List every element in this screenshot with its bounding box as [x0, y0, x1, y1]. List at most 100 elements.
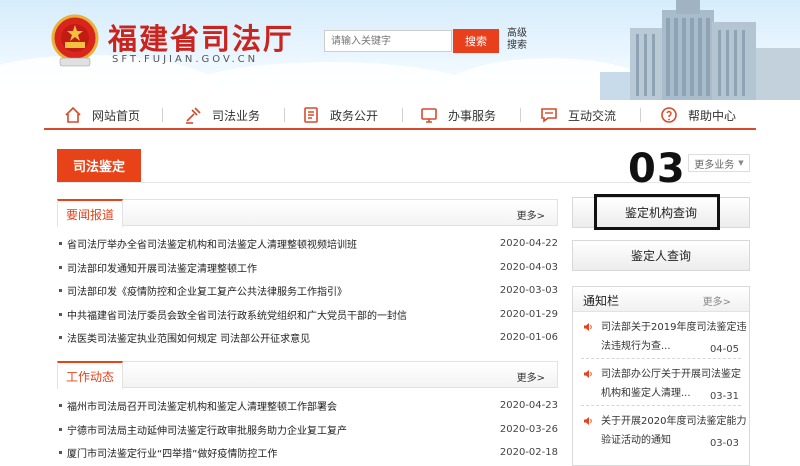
nav-services[interactable]: 办事服务 — [420, 104, 496, 126]
important-news-list: 省司法厅举办全省司法鉴定机构和司法鉴定人清理整顿视频培训班 2020-04-22… — [57, 232, 558, 350]
news-date: 2020-04-23 — [499, 400, 558, 412]
gavel-icon — [186, 107, 201, 124]
list-item[interactable]: 司法部印发通知开展司法鉴定清理整顿工作 2020-04-03 — [57, 256, 558, 280]
nav-interaction[interactable]: 互动交流 — [540, 104, 616, 126]
more-business-label: 更多业务 — [694, 159, 735, 171]
bullet — [59, 336, 62, 340]
annotation-number: 03 — [628, 146, 686, 192]
nav-help-center[interactable]: 帮助中心 — [660, 104, 736, 126]
work-news-panel: 工作动态 更多> 福州市司法局召开司法鉴定机构和鉴定人清理整顿工作部署会 202… — [57, 361, 558, 465]
nav-judicial-business[interactable]: 司法业务 — [184, 104, 260, 126]
bullet — [59, 427, 62, 431]
list-item[interactable]: 中共福建省司法厅委员会致全省司法行政系统党组织和广大党员干部的一封信 2020-… — [57, 303, 558, 327]
list-item[interactable]: 司法部印发《疫情防控和企业复工复产公共法律服务工作指引》 2020-03-03 — [57, 279, 558, 303]
help-icon — [661, 107, 677, 123]
speaker-icon — [584, 417, 592, 425]
news-title[interactable]: 司法部印发《疫情防控和企业复工复产公共法律服务工作指引》 — [67, 283, 347, 298]
notice-more-link[interactable]: 更多> — [703, 293, 731, 308]
nav-services-label: 办事服务 — [448, 108, 497, 123]
nav-home[interactable]: 网站首页 — [64, 104, 140, 126]
appraiser-query-button[interactable]: 鉴定人查询 — [572, 240, 750, 271]
news-date: 2020-01-06 — [499, 332, 558, 344]
list-item[interactable]: 厦门市司法鉴定行业“四举措”做好疫情防控工作 2020-02-18 — [57, 441, 558, 465]
news-date: 2020-03-03 — [499, 285, 558, 297]
bullet — [59, 312, 62, 316]
site-header: 福建省司法厅 SFT.FUJIAN.GOV.CN 搜索 高级搜索 — [0, 0, 800, 100]
home-icon — [65, 106, 81, 123]
notice-panel: 通知栏 更多> 司法部关于2019年度司法鉴定违 法违规行为查... 04-05… — [572, 286, 750, 466]
bullet — [59, 289, 62, 293]
notice-divider — [581, 405, 741, 406]
notice-date: 03-31 — [709, 391, 739, 402]
institution-query-button[interactable]: 鉴定机构查询 — [572, 197, 750, 228]
list-item[interactable]: 宁德市司法局主动延伸司法鉴定行政审批服务助力企业复工复产 2020-03-26 — [57, 418, 558, 442]
notice-date: 04-05 — [709, 344, 739, 355]
news-date: 2020-01-29 — [499, 308, 558, 320]
important-news-header: 要闻报道 更多> — [57, 199, 558, 227]
bullet — [59, 265, 62, 269]
nav-government-affairs-label: 政务公开 — [330, 108, 379, 123]
work-news-list: 福州市司法局召开司法鉴定机构和鉴定人清理整顿工作部署会 2020-04-23 宁… — [57, 394, 558, 465]
search-button[interactable]: 搜索 — [453, 29, 499, 53]
page-section-title: 司法鉴定 — [57, 149, 141, 182]
site-domain: SFT.FUJIAN.GOV.CN — [112, 54, 259, 65]
monitor-icon — [421, 108, 437, 123]
bullet — [59, 242, 62, 246]
tab-work-news[interactable]: 工作动态 — [57, 361, 124, 389]
notice-item[interactable]: 司法部关于2019年度司法鉴定违 法违规行为查... 04-05 — [573, 318, 749, 356]
important-news-more-link[interactable]: 更多> — [517, 207, 545, 222]
nav-help-center-label: 帮助中心 — [688, 108, 737, 123]
nav-judicial-business-label: 司法业务 — [212, 108, 261, 123]
nav-divider — [640, 108, 641, 122]
list-item[interactable]: 省司法厅举办全省司法鉴定机构和司法鉴定人清理整顿视频培训班 2020-04-22 — [57, 232, 558, 256]
speaker-icon — [584, 323, 592, 331]
news-title[interactable]: 法医类司法鉴定执业范围如何规定 司法部公开征求意见 — [67, 330, 310, 345]
list-item[interactable]: 福州市司法局召开司法鉴定机构和鉴定人清理整顿工作部署会 2020-04-23 — [57, 394, 558, 418]
news-title[interactable]: 中共福建省司法厅委员会致全省司法行政系统党组织和广大党员干部的一封信 — [67, 307, 407, 322]
notice-divider — [581, 358, 741, 359]
document-icon — [304, 107, 318, 123]
speaker-icon — [584, 370, 592, 378]
news-date: 2020-02-18 — [499, 447, 558, 459]
notice-text-line: 关于开展2020年度司法鉴定能力 — [601, 416, 747, 427]
nav-government-affairs[interactable]: 政务公开 — [302, 104, 378, 126]
nav-interaction-label: 互动交流 — [568, 108, 617, 123]
news-title[interactable]: 司法部印发通知开展司法鉴定清理整顿工作 — [67, 260, 257, 275]
nav-divider — [284, 108, 285, 122]
news-title[interactable]: 厦门市司法鉴定行业“四举措”做好疫情防控工作 — [67, 445, 277, 460]
notice-item[interactable]: 关于开展2020年度司法鉴定能力 验证活动的通知 03-03 — [573, 412, 749, 450]
notice-item[interactable]: 司法部办公厅关于开展司法鉴定 机构和鉴定人清理... 03-31 — [573, 365, 749, 403]
more-business-dropdown[interactable]: 更多业务 ▼ — [688, 154, 750, 172]
bullet — [59, 451, 62, 455]
news-date: 2020-03-26 — [499, 423, 558, 435]
news-date: 2020-04-03 — [499, 261, 558, 273]
news-date: 2020-04-22 — [499, 238, 558, 250]
notice-text-line: 司法部办公厅关于开展司法鉴定 — [601, 369, 741, 380]
work-news-header: 工作动态 更多> — [57, 361, 558, 389]
news-title[interactable]: 福州市司法局召开司法鉴定机构和鉴定人清理整顿工作部署会 — [67, 398, 337, 413]
government-building-image — [600, 0, 800, 100]
notice-title: 通知栏 — [583, 294, 620, 308]
national-emblem-icon — [51, 14, 99, 67]
nav-divider — [520, 108, 521, 122]
chat-icon — [541, 108, 557, 123]
news-title[interactable]: 宁德市司法局主动延伸司法鉴定行政审批服务助力企业复工复产 — [67, 422, 347, 437]
search-input[interactable] — [324, 30, 452, 52]
site-title[interactable]: 福建省司法厅 — [108, 16, 294, 58]
news-title[interactable]: 省司法厅举办全省司法鉴定机构和司法鉴定人清理整顿视频培训班 — [67, 236, 357, 251]
notice-text-line: 司法部关于2019年度司法鉴定违 — [601, 322, 747, 333]
bullet — [59, 404, 62, 408]
important-news-panel: 要闻报道 更多> 省司法厅举办全省司法鉴定机构和司法鉴定人清理整顿视频培训班 2… — [57, 199, 558, 350]
advanced-search-link[interactable]: 高级搜索 — [507, 28, 531, 52]
list-item[interactable]: 法医类司法鉴定执业范围如何规定 司法部公开征求意见 2020-01-06 — [57, 326, 558, 350]
caret-down-icon: ▼ — [738, 159, 744, 167]
cloud-decoration — [180, 62, 480, 100]
tab-important-news[interactable]: 要闻报道 — [57, 199, 124, 227]
nav-divider — [402, 108, 403, 122]
main-navigation: 网站首页 司法业务 政务公开 办事服务 互动交流 帮助中心 — [44, 100, 756, 130]
nav-home-label: 网站首页 — [92, 108, 141, 123]
notice-date: 03-03 — [709, 438, 739, 449]
nav-divider — [162, 108, 163, 122]
notice-header: 通知栏 更多> — [573, 287, 749, 312]
work-news-more-link[interactable]: 更多> — [517, 369, 545, 384]
